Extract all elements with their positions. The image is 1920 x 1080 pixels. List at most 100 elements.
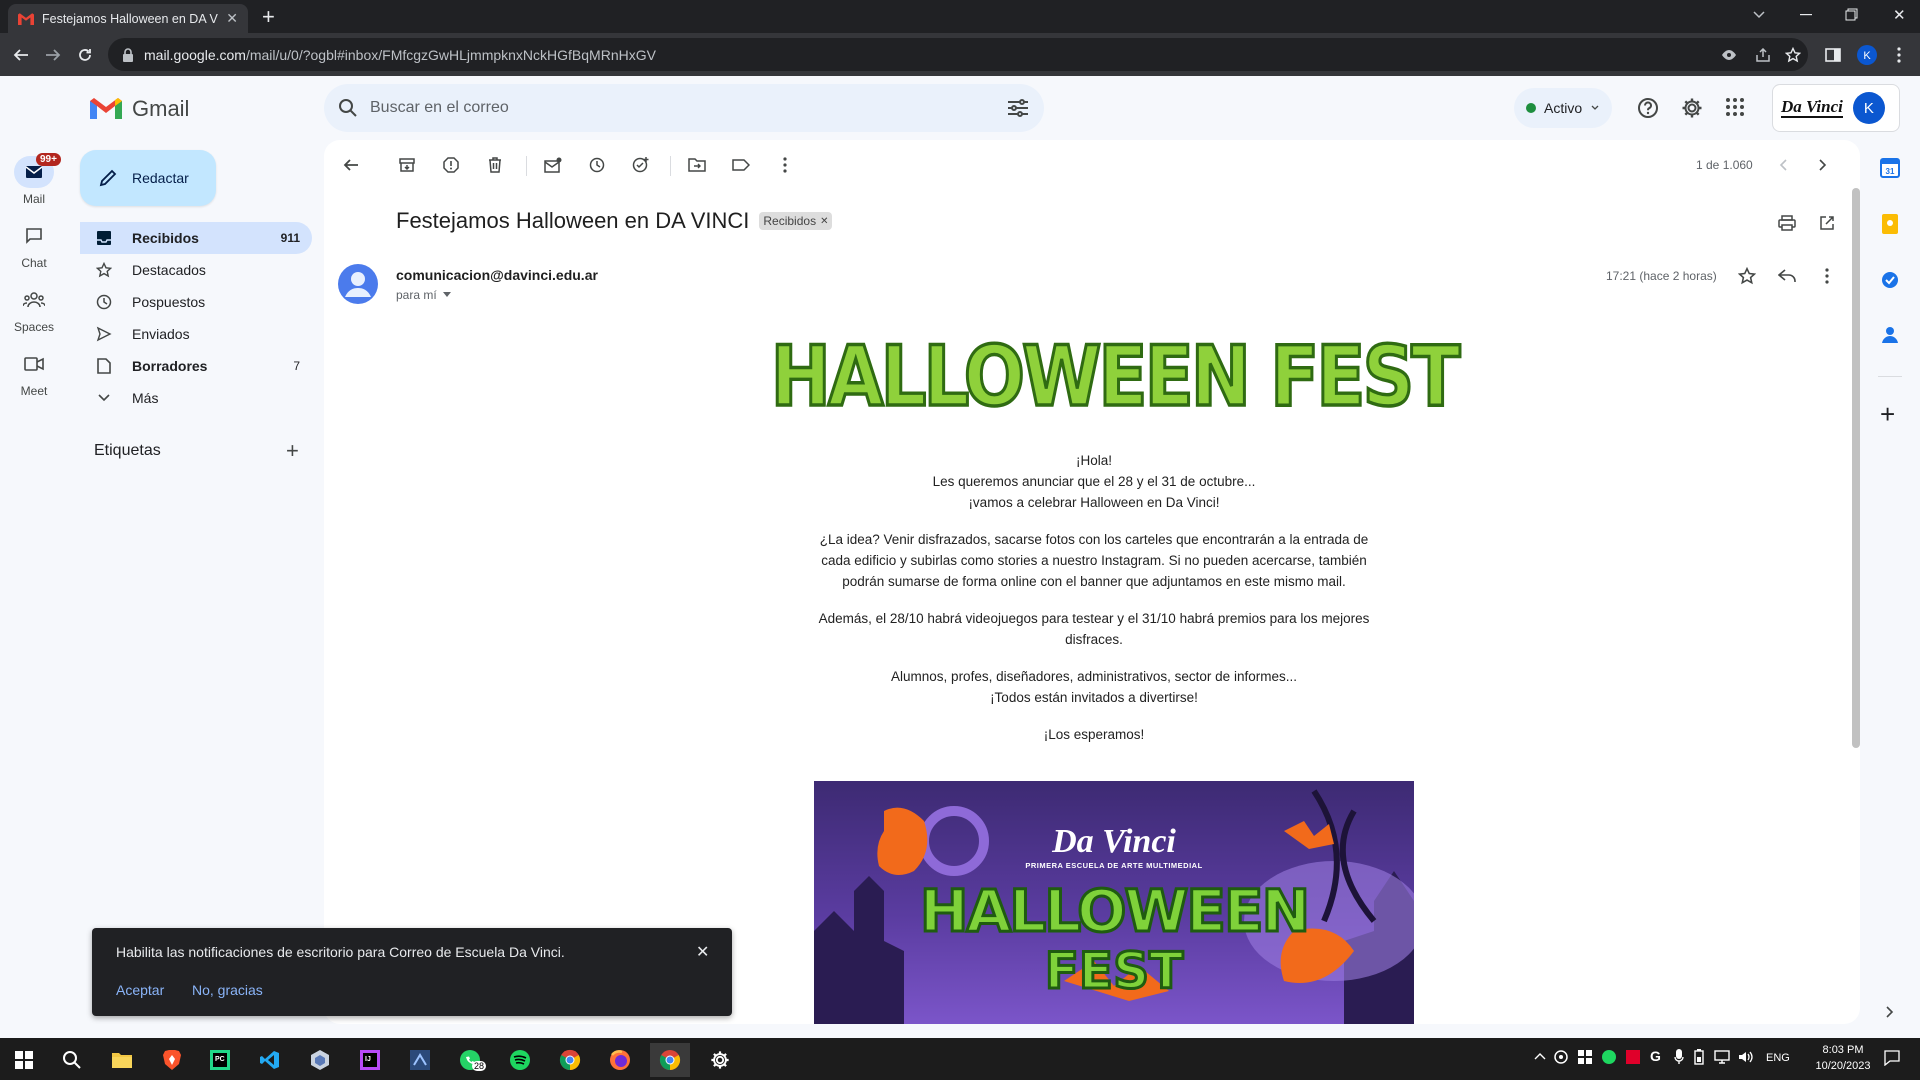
add-to-tasks-icon[interactable] — [630, 154, 652, 176]
reply-icon[interactable] — [1776, 265, 1798, 287]
search-bar[interactable]: Buscar en el correo — [324, 84, 1044, 132]
apps-grid-icon[interactable] — [1726, 98, 1744, 116]
tray-language[interactable]: ENG — [1766, 1052, 1790, 1064]
help-icon[interactable] — [1637, 97, 1659, 119]
chrome-profile-icon[interactable] — [550, 1043, 590, 1077]
print-icon[interactable] — [1776, 212, 1798, 234]
search-options-icon[interactable] — [1008, 99, 1028, 117]
close-window-icon[interactable]: ✕ — [1893, 6, 1906, 24]
ssms-icon[interactable] — [400, 1043, 440, 1077]
delete-trash-icon[interactable] — [484, 154, 506, 176]
notification-center-icon[interactable] — [1884, 1050, 1900, 1066]
bookmark-star-icon[interactable] — [1782, 44, 1804, 66]
restore-icon[interactable] — [1845, 8, 1858, 21]
side-panel-icon[interactable] — [1822, 44, 1844, 66]
tray-volume-icon[interactable] — [1738, 1050, 1754, 1064]
tab-close-icon[interactable]: ✕ — [226, 10, 238, 27]
status-button[interactable]: Activo — [1514, 88, 1612, 128]
add-label-icon[interactable]: + — [286, 438, 299, 464]
extension-eye-icon[interactable] — [1718, 44, 1740, 66]
windows-settings-icon[interactable] — [700, 1043, 740, 1077]
sender-email[interactable]: comunicacion@davinci.edu.ar — [396, 267, 598, 283]
chrome-active-icon[interactable] — [650, 1043, 690, 1077]
halloween-poster-image[interactable]: Da Vinci PRIMERA ESCUELA DE ARTE MULTIME… — [814, 781, 1414, 1024]
tray-microphone-icon[interactable] — [1674, 1049, 1684, 1065]
label-tag-icon[interactable] — [730, 154, 752, 176]
taskbar-search-icon[interactable] — [52, 1043, 92, 1077]
firefox-icon[interactable] — [600, 1043, 640, 1077]
snackbar-close-icon[interactable]: ✕ — [696, 942, 709, 962]
new-tab-icon[interactable]: + — [262, 4, 275, 30]
remove-label-icon[interactable]: ✕ — [820, 216, 828, 227]
rail-item-meet[interactable]: Meet — [0, 348, 68, 398]
spotify-icon[interactable] — [500, 1043, 540, 1077]
search-input[interactable]: Buscar en el correo — [370, 99, 1008, 117]
calendar-icon[interactable]: 31 — [1880, 158, 1900, 178]
accept-notifications-button[interactable]: Aceptar — [116, 982, 164, 998]
account-switcher[interactable]: Da Vinci K — [1772, 84, 1900, 132]
address-bar[interactable]: mail.google.com/mail/u/0/?ogbl#inbox/FMf… — [108, 38, 1808, 71]
sidebar-item-recibidos[interactable]: Recibidos 911 — [80, 222, 312, 254]
intellij-icon[interactable]: IJ — [350, 1043, 390, 1077]
snooze-clock-icon[interactable] — [586, 154, 608, 176]
forward-arrow-icon[interactable] — [42, 44, 64, 66]
tray-g-icon[interactable]: G — [1650, 1048, 1661, 1064]
minimize-icon[interactable] — [1800, 14, 1812, 16]
newer-chevron-left-icon[interactable] — [1772, 154, 1794, 176]
get-addons-icon[interactable]: + — [1880, 401, 1895, 427]
decline-notifications-button[interactable]: No, gracias — [192, 982, 263, 998]
rail-item-chat[interactable]: Chat — [0, 220, 68, 270]
sidebar-item-enviados[interactable]: Enviados — [80, 318, 312, 350]
sidebar-item-borradores[interactable]: Borradores 7 — [80, 350, 312, 382]
brave-browser-icon[interactable] — [152, 1043, 192, 1077]
open-new-window-icon[interactable] — [1816, 212, 1838, 234]
settings-gear-icon[interactable] — [1681, 97, 1703, 119]
expand-panel-chevron-icon[interactable] — [1886, 1006, 1894, 1018]
tray-spotify-icon[interactable] — [1602, 1050, 1616, 1064]
sidebar-item-destacados[interactable]: Destacados — [80, 254, 312, 286]
profile-avatar[interactable]: K — [1856, 44, 1878, 66]
sender-avatar[interactable] — [338, 264, 378, 304]
browser-menu-icon[interactable] — [1888, 44, 1910, 66]
share-icon[interactable] — [1752, 44, 1774, 66]
compose-button[interactable]: Redactar — [80, 150, 216, 206]
search-icon[interactable] — [338, 98, 358, 118]
sidebar-item-mas[interactable]: Más — [80, 382, 312, 414]
tray-red-app-icon[interactable] — [1626, 1050, 1640, 1064]
move-to-folder-icon[interactable] — [686, 154, 708, 176]
whatsapp-icon[interactable]: 28 — [450, 1043, 490, 1077]
file-explorer-icon[interactable] — [102, 1043, 142, 1077]
tray-overflow-chevron-icon[interactable] — [1534, 1052, 1546, 1060]
keep-icon[interactable] — [1882, 214, 1898, 234]
vscode-icon[interactable] — [250, 1043, 290, 1077]
sidebar-item-pospuestos[interactable]: Pospuestos — [80, 286, 312, 318]
more-actions-icon[interactable] — [774, 154, 796, 176]
archive-icon[interactable] — [396, 154, 418, 176]
back-to-inbox-icon[interactable] — [340, 154, 362, 176]
tray-network-icon[interactable] — [1714, 1050, 1730, 1064]
tray-windows-icon[interactable] — [1578, 1050, 1592, 1064]
tasks-icon[interactable] — [1880, 270, 1900, 290]
contacts-icon[interactable] — [1881, 326, 1899, 344]
reload-icon[interactable] — [74, 44, 96, 66]
browser-tab[interactable]: Festejamos Halloween en DA VINCI ✕ — [8, 4, 248, 33]
message-more-icon[interactable] — [1816, 265, 1838, 287]
older-chevron-right-icon[interactable] — [1812, 154, 1834, 176]
tab-search-chevron-icon[interactable] — [1752, 7, 1766, 21]
pycharm-icon[interactable]: PC — [200, 1043, 240, 1077]
tray-app-icon[interactable] — [1554, 1050, 1568, 1064]
report-spam-icon[interactable] — [440, 154, 462, 176]
label-chip[interactable]: Recibidos ✕ — [759, 212, 833, 230]
email-scrollbar[interactable] — [1852, 188, 1860, 748]
star-message-icon[interactable] — [1736, 265, 1758, 287]
app-hexagon-icon[interactable] — [300, 1043, 340, 1077]
rail-item-mail[interactable]: 99+ Mail — [0, 153, 68, 206]
tray-clock[interactable]: 8:03 PM 10/20/2023 — [1806, 1042, 1880, 1074]
tray-battery-icon[interactable] — [1694, 1049, 1704, 1065]
windows-start-icon[interactable] — [4, 1043, 44, 1077]
back-arrow-icon[interactable] — [10, 44, 32, 66]
recipient-row[interactable]: para mí — [396, 288, 451, 302]
mark-unread-icon[interactable] — [542, 154, 564, 176]
rail-item-spaces[interactable]: Spaces — [0, 284, 68, 334]
account-avatar[interactable]: K — [1852, 92, 1885, 124]
